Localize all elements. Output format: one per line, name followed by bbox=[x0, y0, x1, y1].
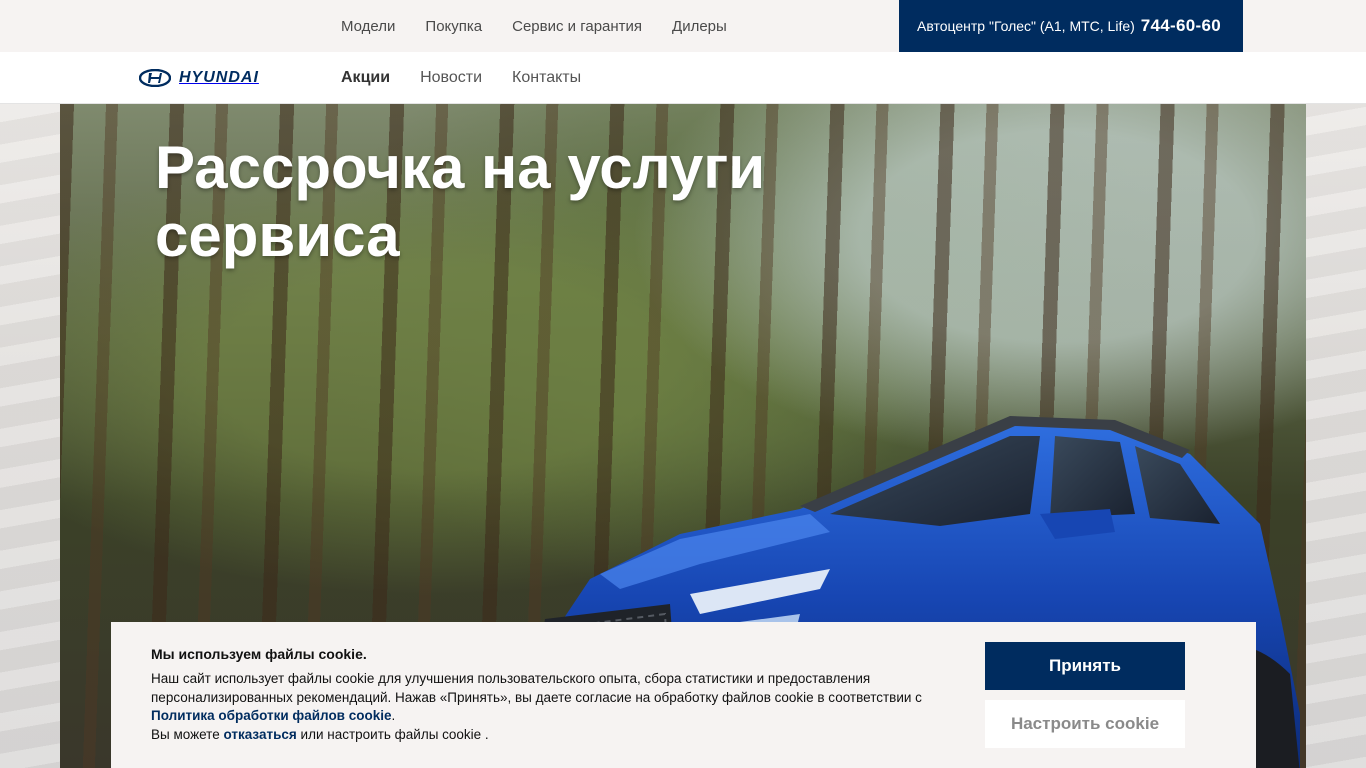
cookie-text-part1: Наш сайт использует файлы cookie для улу… bbox=[151, 671, 922, 705]
dealer-phone[interactable]: 744-60-60 bbox=[1141, 16, 1221, 36]
top-bar: Модели Покупка Сервис и гарантия Дилеры … bbox=[0, 0, 1366, 52]
main-nav-promotions[interactable]: Акции bbox=[341, 69, 390, 87]
top-nav: Модели Покупка Сервис и гарантия Дилеры bbox=[341, 0, 727, 52]
cookie-refuse-link[interactable]: отказаться bbox=[223, 727, 296, 742]
top-nav-purchase[interactable]: Покупка bbox=[425, 18, 482, 35]
dealer-name: Автоцентр "Голес" (A1, МТС, Life) bbox=[917, 18, 1135, 34]
cookie-title: Мы используем файлы cookie. bbox=[151, 646, 367, 662]
cookie-text: Наш сайт использует файлы cookie для улу… bbox=[151, 670, 931, 744]
accept-cookies-button[interactable]: Принять bbox=[985, 642, 1185, 690]
cookie-settings-button[interactable]: Настроить cookie bbox=[985, 700, 1185, 748]
hero-title: Рассрочка на услуги сервиса bbox=[155, 134, 766, 269]
cookie-banner: Мы используем файлы cookie. Наш сайт исп… bbox=[111, 622, 1256, 768]
top-nav-service[interactable]: Сервис и гарантия bbox=[512, 18, 642, 35]
main-nav: Акции Новости Контакты bbox=[341, 52, 581, 104]
cookie-text-part3: Вы можете bbox=[151, 726, 224, 742]
dealer-contact[interactable]: Автоцентр "Голес" (A1, МТС, Life) 744-60… bbox=[899, 0, 1243, 52]
top-nav-dealers[interactable]: Дилеры bbox=[672, 18, 727, 35]
hyundai-logo-icon bbox=[139, 69, 171, 87]
cookie-policy-link[interactable]: Политика обработки файлов cookie bbox=[151, 708, 392, 723]
cookie-text-part4: или настроить файлы cookie . bbox=[296, 726, 489, 742]
main-header: HYUNDAI Акции Новости Контакты bbox=[0, 52, 1366, 104]
logo-text: HYUNDAI bbox=[179, 69, 259, 86]
hyundai-logo[interactable]: HYUNDAI bbox=[139, 68, 259, 88]
top-nav-models[interactable]: Модели bbox=[341, 18, 395, 35]
main-nav-news[interactable]: Новости bbox=[420, 69, 482, 87]
cookie-text-part2: . bbox=[391, 708, 396, 723]
main-nav-contacts[interactable]: Контакты bbox=[512, 69, 581, 87]
